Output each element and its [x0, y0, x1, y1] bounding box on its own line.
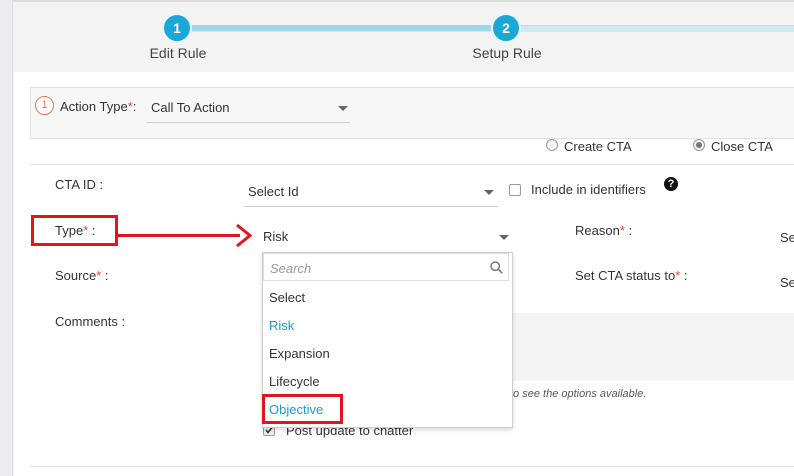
cta-id-select[interactable]: Select Id [244, 177, 498, 207]
step-1-label[interactable]: Edit Rule [118, 45, 238, 61]
label-colon: : [132, 99, 137, 114]
set-status-label: Set CTA status to* : [575, 268, 688, 283]
type-label-text: Type [55, 223, 84, 238]
create-cta-label: Create CTA [564, 139, 632, 154]
wizard-progress-fill [178, 25, 508, 31]
action-type-label: Action Type*: [60, 99, 136, 114]
step-1-circle[interactable]: 1 [162, 13, 192, 43]
label-colon: : [88, 223, 96, 238]
chevron-down-icon [338, 106, 348, 111]
type-label: Type* : [55, 223, 95, 238]
reason-label-text: Reason [575, 223, 620, 238]
divider [30, 466, 794, 467]
action-type-label-text: Action Type [60, 99, 128, 114]
dropdown-option-lifecycle[interactable]: Lifecycle [269, 374, 320, 389]
annotation-arrow-line [117, 234, 240, 237]
top-border [12, 0, 794, 2]
close-cta-label: Close CTA [711, 139, 773, 154]
source-label-text: Source [55, 268, 97, 283]
label-colon: : [624, 223, 633, 238]
dropdown-option-select[interactable]: Select [269, 290, 305, 305]
chevron-down-icon [484, 190, 494, 195]
reason-label: Reason* : [575, 223, 632, 238]
create-cta-radio[interactable]: Create CTA [546, 139, 666, 155]
action-type-row [30, 87, 794, 139]
dropdown-option-risk[interactable]: Risk [269, 318, 294, 333]
reason-select[interactable]: Se [780, 230, 794, 245]
step-2-circle[interactable]: 2 [491, 13, 521, 43]
action-type-value: Call To Action [151, 100, 230, 115]
include-identifiers-label: Include in identifiers [531, 182, 646, 197]
search-icon [490, 261, 503, 274]
hint-text: to see the options available. [510, 388, 647, 400]
comments-textarea[interactable] [510, 313, 794, 381]
cta-id-label: CTA ID : [55, 177, 104, 192]
set-status-select[interactable]: Se [780, 275, 794, 290]
left-border [0, 0, 13, 476]
arrow-right-icon [236, 223, 253, 248]
close-cta-radio[interactable]: Close CTA [693, 139, 793, 155]
radio-icon [546, 139, 558, 151]
dropdown-option-expansion[interactable]: Expansion [269, 346, 330, 361]
checkbox-icon [509, 184, 521, 196]
label-colon: : [101, 268, 109, 283]
include-identifiers-checkbox[interactable]: Include in identifiers [509, 182, 659, 198]
action-number-badge: 1 [35, 96, 54, 115]
dropdown-search-input[interactable]: Search [263, 253, 509, 281]
type-value: Risk [263, 229, 289, 244]
action-type-select[interactable]: Call To Action [147, 94, 350, 123]
search-placeholder: Search [270, 261, 312, 276]
cta-id-value: Select Id [248, 184, 299, 199]
set-status-label-text: Set CTA status to [575, 268, 676, 283]
step-2-label[interactable]: Setup Rule [447, 45, 567, 61]
help-icon[interactable]: ? [664, 177, 678, 191]
radio-selected-icon [693, 139, 705, 151]
type-select[interactable]: Risk [259, 222, 513, 250]
label-colon: : [680, 268, 688, 283]
source-label: Source* : [55, 268, 109, 283]
divider [30, 164, 794, 165]
dropdown-option-objective[interactable]: Objective [269, 402, 323, 417]
chevron-down-icon [499, 235, 509, 240]
comments-label: Comments : [55, 314, 126, 329]
